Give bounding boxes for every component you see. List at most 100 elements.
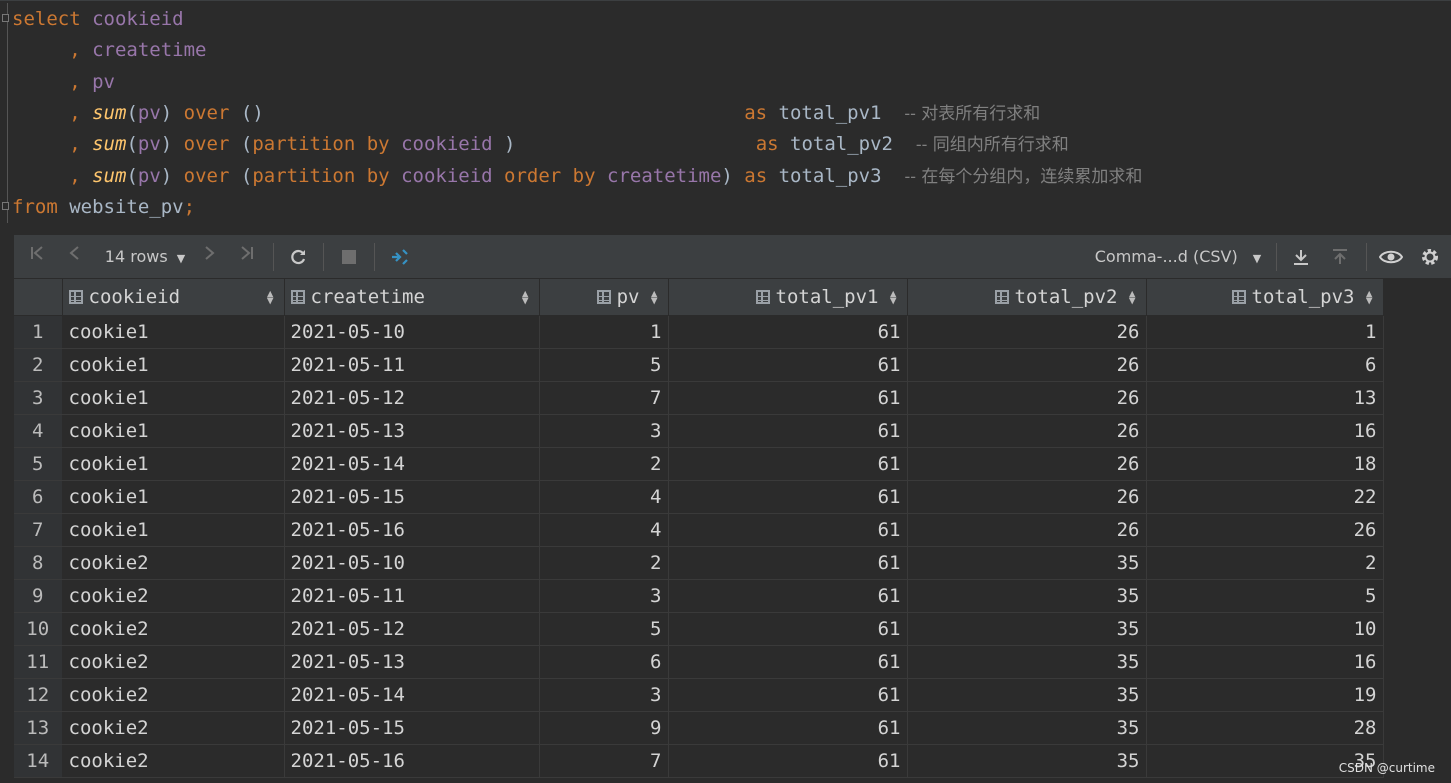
row-number[interactable]: 6: [14, 480, 63, 514]
cell-pv[interactable]: 3: [539, 579, 669, 613]
cell-cookieid[interactable]: cookie1: [62, 315, 285, 349]
cell-total_pv1[interactable]: 61: [668, 612, 908, 646]
column-header-pv[interactable]: pv ▲ ▼: [539, 279, 669, 316]
table-row[interactable]: 3 cookie1 2021-05-12 7 61 26 13: [14, 381, 1384, 415]
code-line[interactable]: from website_pv;: [12, 192, 195, 223]
cell-cookieid[interactable]: cookie2: [62, 546, 285, 580]
cell-cookieid[interactable]: cookie2: [62, 711, 285, 745]
cell-pv[interactable]: 1: [539, 315, 669, 349]
cell-total_pv2[interactable]: 35: [907, 645, 1147, 679]
cell-total_pv1[interactable]: 61: [668, 546, 908, 580]
row-number[interactable]: 14: [14, 744, 63, 778]
prev-page-icon[interactable]: [62, 235, 88, 278]
first-page-icon[interactable]: [24, 235, 50, 278]
grid-corner[interactable]: [14, 279, 63, 316]
cell-createtime[interactable]: 2021-05-12: [284, 612, 540, 646]
cell-total_pv3[interactable]: 6: [1146, 348, 1384, 382]
cell-pv[interactable]: 2: [539, 546, 669, 580]
table-row[interactable]: 1 cookie1 2021-05-10 1 61 26 1: [14, 315, 1384, 349]
column-header-createtime[interactable]: createtime ▲ ▼: [284, 279, 540, 316]
sort-icon[interactable]: ▲ ▼: [522, 279, 529, 315]
column-header-cookieid[interactable]: cookieid ▲ ▼: [62, 279, 285, 316]
row-number[interactable]: 11: [14, 645, 63, 679]
code-line[interactable]: , sum(pv) over (partition by cookieid or…: [12, 161, 1142, 192]
cell-pv[interactable]: 2: [539, 447, 669, 481]
cell-total_pv2[interactable]: 35: [907, 612, 1147, 646]
table-row[interactable]: 11 cookie2 2021-05-13 6 61 35 16: [14, 645, 1384, 679]
table-row[interactable]: 12 cookie2 2021-05-14 3 61 35 19: [14, 678, 1384, 712]
row-number[interactable]: 4: [14, 414, 63, 448]
cell-total_pv3[interactable]: 5: [1146, 579, 1384, 613]
cell-createtime[interactable]: 2021-05-14: [284, 447, 540, 481]
cell-total_pv1[interactable]: 61: [668, 645, 908, 679]
table-row[interactable]: 14 cookie2 2021-05-16 7 61 35 35: [14, 744, 1384, 778]
row-number[interactable]: 1: [14, 315, 63, 349]
cell-total_pv1[interactable]: 61: [668, 447, 908, 481]
cell-createtime[interactable]: 2021-05-10: [284, 546, 540, 580]
cell-total_pv2[interactable]: 26: [907, 315, 1147, 349]
row-number[interactable]: 10: [14, 612, 63, 646]
cell-total_pv2[interactable]: 26: [907, 381, 1147, 415]
cell-total_pv3[interactable]: 16: [1146, 414, 1384, 448]
code-line[interactable]: , pv: [12, 67, 115, 98]
cell-cookieid[interactable]: cookie1: [62, 480, 285, 514]
cell-total_pv2[interactable]: 26: [907, 414, 1147, 448]
cell-pv[interactable]: 3: [539, 414, 669, 448]
code-line[interactable]: , sum(pv) over () as total_pv1 -- 对表所有行求…: [12, 98, 1040, 129]
cell-cookieid[interactable]: cookie1: [62, 414, 285, 448]
table-row[interactable]: 10 cookie2 2021-05-12 5 61 35 10: [14, 612, 1384, 646]
last-page-icon[interactable]: [234, 235, 260, 278]
refresh-icon[interactable]: [285, 235, 311, 278]
row-number[interactable]: 3: [14, 381, 63, 415]
cell-pv[interactable]: 7: [539, 744, 669, 778]
table-row[interactable]: 2 cookie1 2021-05-11 5 61 26 6: [14, 348, 1384, 382]
cell-total_pv1[interactable]: 61: [668, 579, 908, 613]
stop-icon[interactable]: [336, 235, 362, 278]
code-line[interactable]: , sum(pv) over (partition by cookieid ) …: [12, 129, 1069, 160]
cell-total_pv2[interactable]: 35: [907, 678, 1147, 712]
row-number[interactable]: 7: [14, 513, 63, 547]
fold-marker-icon[interactable]: [2, 14, 9, 22]
cell-pv[interactable]: 4: [539, 513, 669, 547]
row-number[interactable]: 5: [14, 447, 63, 481]
table-row[interactable]: 9 cookie2 2021-05-11 3 61 35 5: [14, 579, 1384, 613]
cell-total_pv3[interactable]: 22: [1146, 480, 1384, 514]
cell-cookieid[interactable]: cookie2: [62, 612, 285, 646]
table-row[interactable]: 5 cookie1 2021-05-14 2 61 26 18: [14, 447, 1384, 481]
cell-total_pv1[interactable]: 61: [668, 348, 908, 382]
cell-cookieid[interactable]: cookie1: [62, 513, 285, 547]
column-header-total_pv3[interactable]: total_pv3 ▲ ▼: [1146, 279, 1384, 316]
code-line[interactable]: select cookieid: [12, 4, 184, 35]
cell-total_pv3[interactable]: 19: [1146, 678, 1384, 712]
cell-pv[interactable]: 3: [539, 678, 669, 712]
download-icon[interactable]: [1288, 235, 1314, 278]
sort-icon[interactable]: ▲ ▼: [651, 279, 658, 315]
cell-createtime[interactable]: 2021-05-16: [284, 513, 540, 547]
table-row[interactable]: 7 cookie1 2021-05-16 4 61 26 26: [14, 513, 1384, 547]
table-row[interactable]: 13 cookie2 2021-05-15 9 61 35 28: [14, 711, 1384, 745]
cell-pv[interactable]: 5: [539, 612, 669, 646]
table-row[interactable]: 8 cookie2 2021-05-10 2 61 35 2: [14, 546, 1384, 580]
cell-total_pv2[interactable]: 35: [907, 546, 1147, 580]
cell-cookieid[interactable]: cookie1: [62, 447, 285, 481]
cell-total_pv3[interactable]: 2: [1146, 546, 1384, 580]
cell-createtime[interactable]: 2021-05-15: [284, 711, 540, 745]
cell-total_pv3[interactable]: 18: [1146, 447, 1384, 481]
row-number[interactable]: 9: [14, 579, 63, 613]
next-page-icon[interactable]: [196, 235, 222, 278]
cell-total_pv2[interactable]: 35: [907, 744, 1147, 778]
row-number[interactable]: 12: [14, 678, 63, 712]
cell-total_pv2[interactable]: 26: [907, 480, 1147, 514]
row-number[interactable]: 2: [14, 348, 63, 382]
cell-pv[interactable]: 5: [539, 348, 669, 382]
cell-total_pv1[interactable]: 61: [668, 711, 908, 745]
cell-total_pv3[interactable]: 28: [1146, 711, 1384, 745]
cell-total_pv2[interactable]: 26: [907, 447, 1147, 481]
cell-createtime[interactable]: 2021-05-14: [284, 678, 540, 712]
cell-createtime[interactable]: 2021-05-10: [284, 315, 540, 349]
cell-createtime[interactable]: 2021-05-12: [284, 381, 540, 415]
pin-tab-icon[interactable]: [386, 235, 414, 278]
sort-icon[interactable]: ▲ ▼: [267, 279, 274, 315]
table-row[interactable]: 4 cookie1 2021-05-13 3 61 26 16: [14, 414, 1384, 448]
rows-count-dropdown[interactable]: 14 rows ▼: [102, 235, 188, 278]
